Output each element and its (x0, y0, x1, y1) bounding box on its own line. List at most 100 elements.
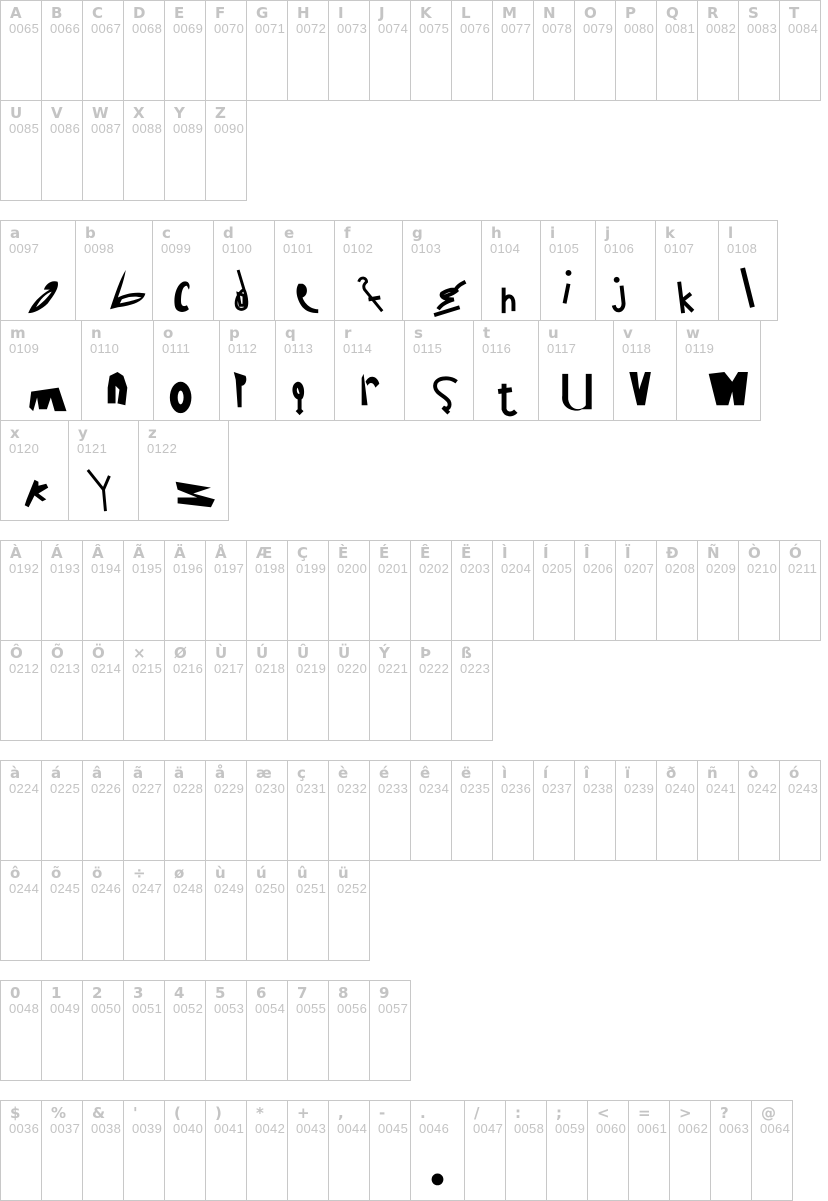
glyph-cell-punctuation: :0058 (505, 1100, 547, 1201)
glyph-cell-lowercase: p 0112 (219, 320, 276, 421)
glyph-cell-punctuation: +0043 (287, 1100, 329, 1201)
character-label: Ê (420, 544, 431, 562)
glyph-cell-accented-uppercase: È 0200 (328, 540, 370, 641)
glyph-cell-accented-uppercase: Ù 0217 (205, 640, 247, 741)
character-code: 0201 (378, 561, 409, 576)
character-label: w (686, 324, 700, 342)
character-label: . (420, 1104, 426, 1122)
character-code: 0048 (9, 1001, 40, 1016)
character-label: e (284, 224, 295, 242)
glyph-cell-lowercase: o 0111 (153, 320, 220, 421)
character-label: 1 (51, 984, 62, 1002)
character-code: 0231 (296, 781, 327, 796)
glyph-cell-accented-uppercase: Ì 0204 (492, 540, 534, 641)
glyph-cell-accented-uppercase: Ò 0210 (738, 540, 780, 641)
glyph-cell-accented-uppercase: × 0215 (123, 640, 165, 741)
character-code: 0200 (337, 561, 368, 576)
character-label: > (679, 1104, 692, 1122)
character-code: 0077 (501, 21, 532, 36)
character-code: 0037 (50, 1121, 81, 1136)
glyph-cell-lowercase: b 0098 (75, 220, 153, 321)
character-code: 0119 (685, 341, 715, 356)
glyph-cell-lowercase: r 0114 (334, 320, 405, 421)
character-label: 7 (297, 984, 308, 1002)
character-code: 0109 (9, 341, 40, 356)
character-code: 0073 (337, 21, 368, 36)
character-code: 0088 (132, 121, 163, 136)
character-code: 0104 (490, 241, 521, 256)
character-code: 0076 (460, 21, 491, 36)
character-label: Y (174, 104, 185, 122)
character-code: 0049 (50, 1001, 81, 1016)
character-label: G (256, 4, 269, 22)
character-code: 0083 (747, 21, 778, 36)
character-code: 0207 (624, 561, 655, 576)
glyph-cell-accented-uppercase: Ë 0203 (451, 540, 493, 641)
glyph-cell-lowercase: w 0119 (676, 320, 761, 421)
glyph-cell-accented-lowercase: ã 0227 (123, 760, 165, 861)
character-label: í (543, 764, 549, 782)
glyph-cell-accented-lowercase: õ 0245 (41, 860, 83, 961)
character-code: 0063 (719, 1121, 750, 1136)
character-code: 0114 (343, 341, 373, 356)
handwritten-glyph-period (431, 1173, 444, 1186)
character-code: 0120 (9, 441, 40, 456)
glyph-cell-accented-uppercase: É 0201 (369, 540, 411, 641)
character-label: À (10, 544, 22, 562)
character-label: K (420, 4, 432, 22)
glyph-cell-accented-lowercase: û 0251 (287, 860, 329, 961)
character-code: 0110 (90, 341, 120, 356)
character-code: 0045 (378, 1121, 409, 1136)
character-code: 0036 (9, 1121, 40, 1136)
glyph-cell-punctuation: ) 0041 (205, 1100, 247, 1201)
character-code: 0065 (9, 21, 40, 36)
glyph-cell-digits: 1 0049 (41, 980, 83, 1081)
character-label: < (597, 1104, 610, 1122)
character-code: 0103 (411, 241, 442, 256)
glyph-cell-uppercase: O 0079 (574, 0, 616, 101)
character-label: & (92, 1104, 106, 1122)
character-code: 0251 (296, 881, 327, 896)
character-code: 0238 (583, 781, 614, 796)
character-label: P (625, 4, 636, 22)
character-code: 0042 (255, 1121, 286, 1136)
glyph-cell-accented-lowercase: é 0233 (369, 760, 411, 861)
character-label: % (51, 1104, 67, 1122)
glyph-cell-digits: 5 0053 (205, 980, 247, 1081)
glyph-cell-punctuation: , 0044 (328, 1100, 370, 1201)
character-code: 0085 (9, 121, 40, 136)
character-label: ; (556, 1104, 562, 1122)
character-label: ì (502, 764, 508, 782)
character-code: 0205 (542, 561, 573, 576)
character-code: 0105 (549, 241, 580, 256)
character-code: 0218 (255, 661, 286, 676)
character-code: 0044 (337, 1121, 368, 1136)
glyph-cell-accented-uppercase: Á 0193 (41, 540, 83, 641)
character-label: Ç (297, 544, 309, 562)
glyph-cell-accented-lowercase: å 0229 (205, 760, 247, 861)
character-code: 0212 (9, 661, 40, 676)
character-code: 0115 (413, 341, 443, 356)
glyph-cell-lowercase: f 0102 (334, 220, 403, 321)
character-code: 0249 (214, 881, 245, 896)
character-code: 0234 (419, 781, 450, 796)
character-label: q (285, 324, 296, 342)
character-label: Ä (174, 544, 186, 562)
glyph-cell-accented-uppercase: Ú 0218 (246, 640, 288, 741)
character-label: Ï (625, 544, 631, 562)
glyph-cell-punctuation: * 0042 (246, 1100, 288, 1201)
character-code: 0098 (84, 241, 115, 256)
glyph-cell-accented-lowercase: è 0232 (328, 760, 370, 861)
character-code: 0227 (132, 781, 163, 796)
character-code: 0111 (162, 341, 191, 356)
character-code: 0235 (460, 781, 491, 796)
character-label: s (414, 324, 423, 342)
character-label: á (51, 764, 62, 782)
character-label: h (491, 224, 502, 242)
glyph-cell-accented-uppercase: Ó 0211 (779, 540, 821, 641)
character-label: Þ (420, 644, 432, 662)
character-label: = (638, 1104, 651, 1122)
glyph-cell-lowercase: u 0117 (538, 320, 614, 421)
character-label: A (10, 4, 22, 22)
character-label: æ (256, 764, 272, 782)
